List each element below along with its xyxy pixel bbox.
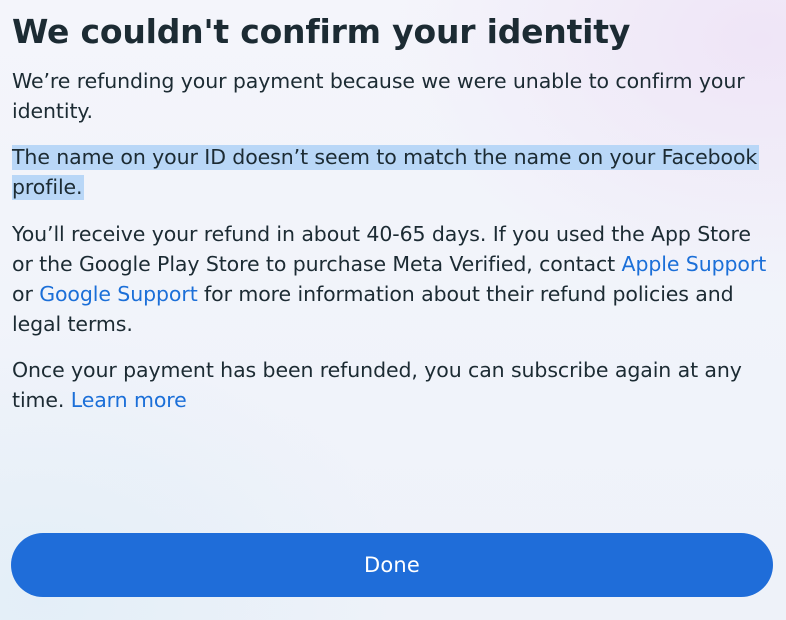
- learn-more-link[interactable]: Learn more: [71, 388, 187, 412]
- resubscribe-text: Once your payment has been refunded, you…: [12, 355, 772, 415]
- refund-timeline-text-between: or: [12, 282, 40, 306]
- refund-timeline-text: You’ll receive your refund in about 40-6…: [12, 219, 772, 339]
- page-title: We couldn't confirm your identity: [12, 12, 631, 51]
- name-mismatch-text: The name on your ID doesn’t seem to matc…: [12, 142, 772, 202]
- apple-support-link[interactable]: Apple Support: [622, 252, 767, 276]
- done-button[interactable]: Done: [11, 533, 773, 597]
- google-support-link[interactable]: Google Support: [39, 282, 198, 306]
- highlighted-selection: The name on your ID doesn’t seem to matc…: [12, 145, 760, 200]
- dialog-content: We couldn't confirm your identity We’re …: [12, 0, 772, 412]
- refund-reason-text: We’re refunding your payment because we …: [12, 69, 745, 123]
